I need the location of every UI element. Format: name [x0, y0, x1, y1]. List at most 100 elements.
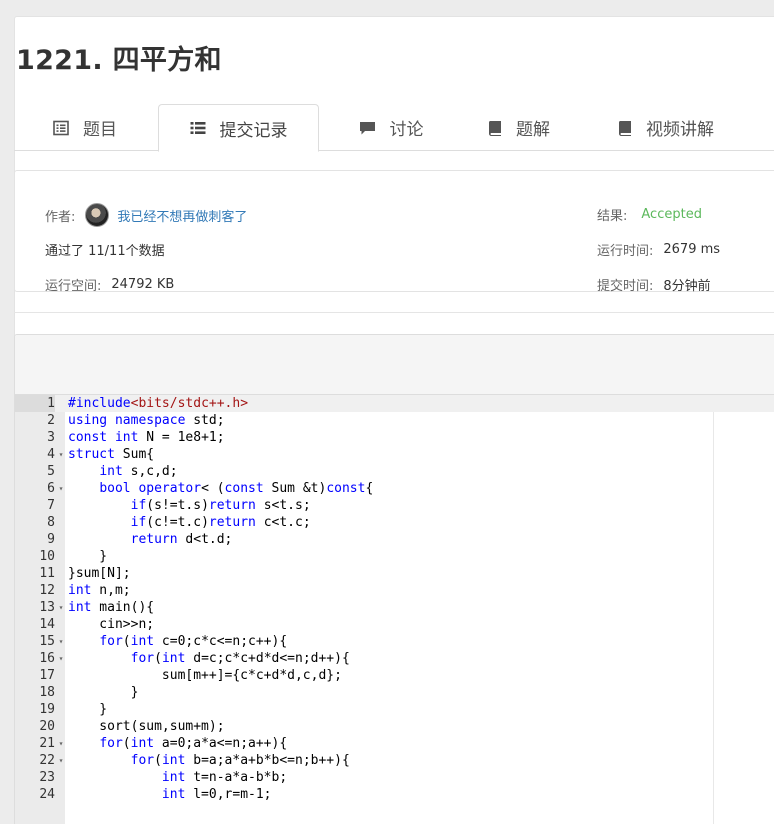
line-number: 15 [39, 634, 55, 649]
line-number: 16 [39, 651, 55, 666]
code-text: #include<bits/stdc++.h> [68, 396, 249, 411]
code-text: sort(sum,sum+m); [68, 719, 225, 734]
code-line: 9 return d<t.d; [15, 531, 774, 548]
code-text: } [68, 549, 108, 564]
code-panel: 1 #include<bits/stdc++.h> 2 using namespace… [14, 334, 774, 824]
line-number: 19 [39, 702, 55, 717]
code-editor[interactable]: 1 #include<bits/stdc++.h> 2 using namespace… [15, 395, 774, 824]
line-number: 2 [47, 413, 55, 428]
code-line: 1 #include<bits/stdc++.h> [15, 395, 774, 412]
result-row: 结果: Accepted [597, 205, 702, 224]
code-line: 7 if(s!=t.s)return s<t.s; [15, 497, 774, 514]
tab-solutions[interactable]: 题解 [464, 104, 574, 151]
code-line: 12 int n,m; [15, 582, 774, 599]
code-text: return d<t.d; [130, 532, 233, 547]
code-line: 8 if(c!=t.c)return c<t.c; [15, 514, 774, 531]
avatar[interactable] [85, 203, 110, 227]
runtime-row: 运行时间: 2679 ms [597, 240, 720, 259]
fold-toggle-icon[interactable]: ▾ [57, 650, 65, 667]
author-label: 作者: [45, 209, 76, 225]
code-text: }sum[N]; [68, 566, 131, 581]
line-number: 4 [47, 447, 55, 462]
line-number: 12 [39, 583, 55, 598]
code-line: 13 ▾ int main(){ [15, 599, 774, 616]
submission-info-panel: 作者: 我已经不想再做刺客了 结果: Accepted 通过了 11/11个数据… [14, 170, 774, 294]
code-text: int s,c,d; [99, 464, 178, 479]
code-line: 14 cin>>n; [15, 616, 774, 633]
code-text: for(int a=0;a*a<=n;a++){ [99, 736, 288, 751]
code-panel-header [15, 335, 774, 395]
code-text: } [68, 702, 108, 717]
author-row: 作者: 我已经不想再做刺客了 [45, 203, 247, 227]
submit-time-label: 提交时间: [597, 279, 654, 294]
submit-time-row: 提交时间: 8分钟前 [597, 275, 711, 294]
line-number: 21 [39, 736, 55, 751]
code-text: for(int d=c;c*c+d*d<=n;d++){ [130, 651, 350, 666]
passed-text: 通过了 11/11个数据 [45, 244, 165, 259]
line-number: 11 [39, 566, 55, 581]
code-line: 18 } [15, 684, 774, 701]
passed-row: 通过了 11/11个数据 [45, 240, 165, 259]
author-link[interactable]: 我已经不想再做刺客了 [117, 206, 247, 225]
code-text: struct Sum{ [68, 447, 155, 462]
submit-time-value: 8分钟前 [663, 279, 711, 294]
line-number: 1 [15, 395, 55, 412]
code-text: int l=0,r=m-1; [161, 787, 272, 802]
fold-toggle-icon[interactable]: ▾ [57, 480, 65, 497]
code-line: 15 ▾ for(int c=0;c*c<=n;c++){ [15, 633, 774, 650]
runtime-value: 2679 ms [663, 242, 721, 257]
code-text: using namespace std; [68, 413, 225, 428]
code-line: 3 const int N = 1e8+1; [15, 429, 774, 446]
code-line: 17 sum[m++]={c*c+d*d,c,d}; [15, 667, 774, 684]
code-text: cin>>n; [68, 617, 155, 632]
tab-label: 讨论 [389, 120, 424, 140]
code-line: 24 int l=0,r=m-1; [15, 786, 774, 803]
fold-toggle-icon[interactable]: ▾ [57, 599, 65, 616]
book-icon [488, 120, 502, 136]
tab-discussion[interactable]: 讨论 [336, 104, 446, 151]
code-line: 11 }sum[N]; [15, 565, 774, 582]
code-text: if(s!=t.s)return s<t.s; [130, 498, 311, 513]
line-number: 8 [47, 515, 55, 530]
code-text: bool operator< (const Sum &t)const{ [99, 481, 374, 496]
code-line: 5 int s,c,d; [15, 463, 774, 480]
code-text: for(int c=0;c*c<=n;c++){ [99, 634, 288, 649]
fold-toggle-icon[interactable]: ▾ [57, 735, 65, 752]
line-number: 18 [39, 685, 55, 700]
memory-value: 24792 KB [111, 277, 175, 292]
divider [14, 312, 774, 313]
code-line: 23 int t=n-a*a-b*b; [15, 769, 774, 786]
line-number: 3 [47, 430, 55, 445]
code-text: if(c!=t.c)return c<t.c; [130, 515, 311, 530]
tab-label: 视频讲解 [646, 120, 714, 140]
list-icon [190, 120, 206, 136]
code-text: for(int b=a;a*a+b*b<=n;b++){ [130, 753, 350, 768]
runtime-label: 运行时间: [597, 244, 654, 259]
tab-video[interactable]: 视频讲解 [596, 104, 736, 151]
line-number: 22 [39, 753, 55, 768]
code-text: int main(){ [68, 600, 155, 615]
fold-toggle-icon[interactable]: ▾ [57, 752, 65, 769]
result-label: 结果: [597, 209, 628, 224]
tab-submissions[interactable]: 提交记录 [158, 104, 319, 152]
code-line: 6 ▾ bool operator< (const Sum &t)const{ [15, 480, 774, 497]
code-line: 10 } [15, 548, 774, 565]
code-text: int t=n-a*a-b*b; [161, 770, 288, 785]
line-number: 23 [39, 770, 55, 785]
line-number: 24 [39, 787, 55, 802]
comment-icon [359, 120, 376, 136]
tab-problem[interactable]: 题目 [30, 104, 140, 151]
code-line: 2 using namespace std; [15, 412, 774, 429]
code-text: int n,m; [68, 583, 131, 598]
fold-toggle-icon[interactable]: ▾ [57, 633, 65, 650]
line-number: 13 [39, 600, 55, 615]
tab-label: 提交记录 [219, 120, 288, 141]
list-alt-icon [53, 120, 69, 136]
code-line: 21 ▾ for(int a=0;a*a<=n;a++){ [15, 735, 774, 752]
fold-toggle-icon[interactable]: ▾ [57, 446, 65, 463]
page-title: 1221. 四平方和 [16, 45, 222, 76]
code-line: 4 ▾ struct Sum{ [15, 446, 774, 463]
code-line: 16 ▾ for(int d=c;c*c+d*d<=n;d++){ [15, 650, 774, 667]
memory-label: 运行空间: [45, 279, 102, 294]
code-line: 22 ▾ for(int b=a;a*a+b*b<=n;b++){ [15, 752, 774, 769]
